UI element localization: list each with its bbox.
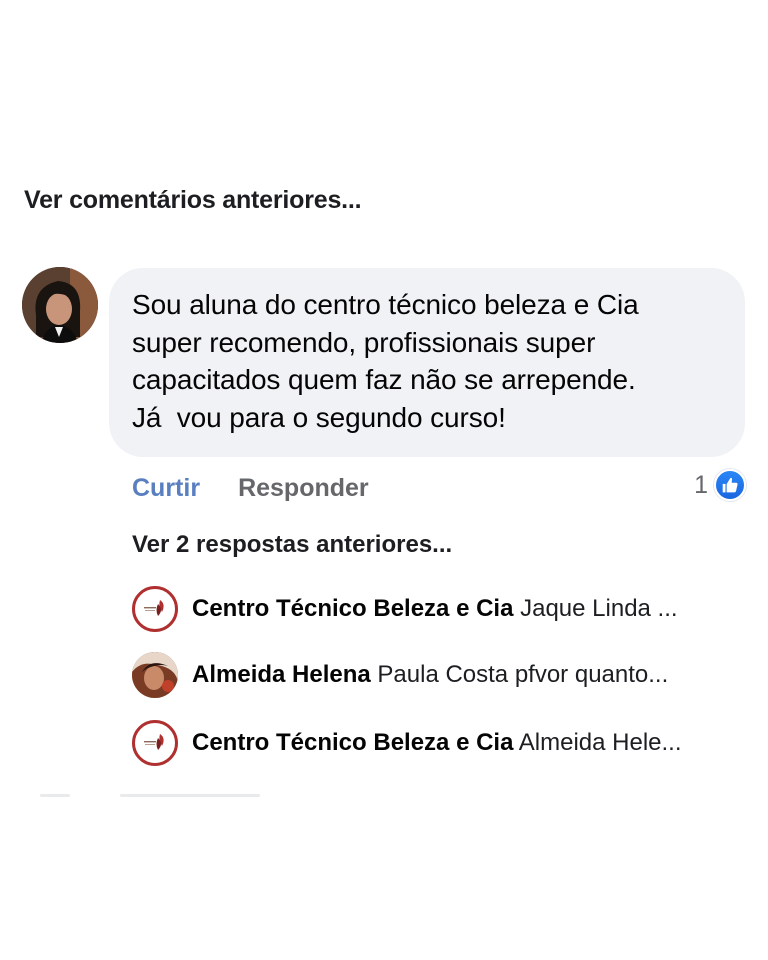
salon-logo-icon <box>140 728 170 758</box>
reply-snippet: Almeida Hele... <box>518 729 682 756</box>
profile-photo-icon <box>132 652 178 698</box>
previous-comments-link[interactable]: Ver comentários anteriores... <box>24 186 362 215</box>
reaction-count: 1 <box>694 470 708 499</box>
reply-button[interactable]: Responder <box>238 474 369 503</box>
cropped-divider <box>40 794 280 798</box>
comment-actions: Curtir Responder <box>132 472 369 504</box>
like-button[interactable]: Curtir <box>132 474 200 503</box>
reply-content: Almeida Helena Paula Costa pfvor quanto.… <box>192 661 742 689</box>
brand-logo-avatar <box>132 586 178 632</box>
reply-avatar <box>132 652 178 698</box>
profile-photo-icon <box>22 267 98 343</box>
reply-row[interactable]: Centro Técnico Beleza e Cia Jaque Linda … <box>132 586 742 632</box>
reply-author[interactable]: Centro Técnico Beleza e Cia <box>192 595 513 622</box>
reply-row[interactable]: Centro Técnico Beleza e Cia Almeida Hele… <box>132 720 742 766</box>
brand-logo-avatar <box>132 720 178 766</box>
commenter-avatar[interactable] <box>22 267 98 343</box>
salon-logo-icon <box>140 594 170 624</box>
reply-author[interactable]: Almeida Helena <box>192 661 371 688</box>
reply-snippet: Paula Costa pfvor quanto... <box>377 661 669 688</box>
reply-snippet: Jaque Linda ... <box>520 595 678 622</box>
reply-author[interactable]: Centro Técnico Beleza e Cia <box>192 729 513 756</box>
reply-content: Centro Técnico Beleza e Cia Jaque Linda … <box>192 595 742 623</box>
comment-text: Sou aluna do centro técnico beleza e Cia… <box>132 289 639 433</box>
reaction-summary[interactable]: 1 <box>694 468 746 502</box>
comment-bubble: Sou aluna do centro técnico beleza e Cia… <box>109 268 745 457</box>
reply-row[interactable]: Almeida Helena Paula Costa pfvor quanto.… <box>132 652 742 698</box>
like-thumb-icon <box>714 469 746 501</box>
reply-content: Centro Técnico Beleza e Cia Almeida Hele… <box>192 729 742 757</box>
previous-replies-link[interactable]: Ver 2 respostas anteriores... <box>132 531 452 559</box>
